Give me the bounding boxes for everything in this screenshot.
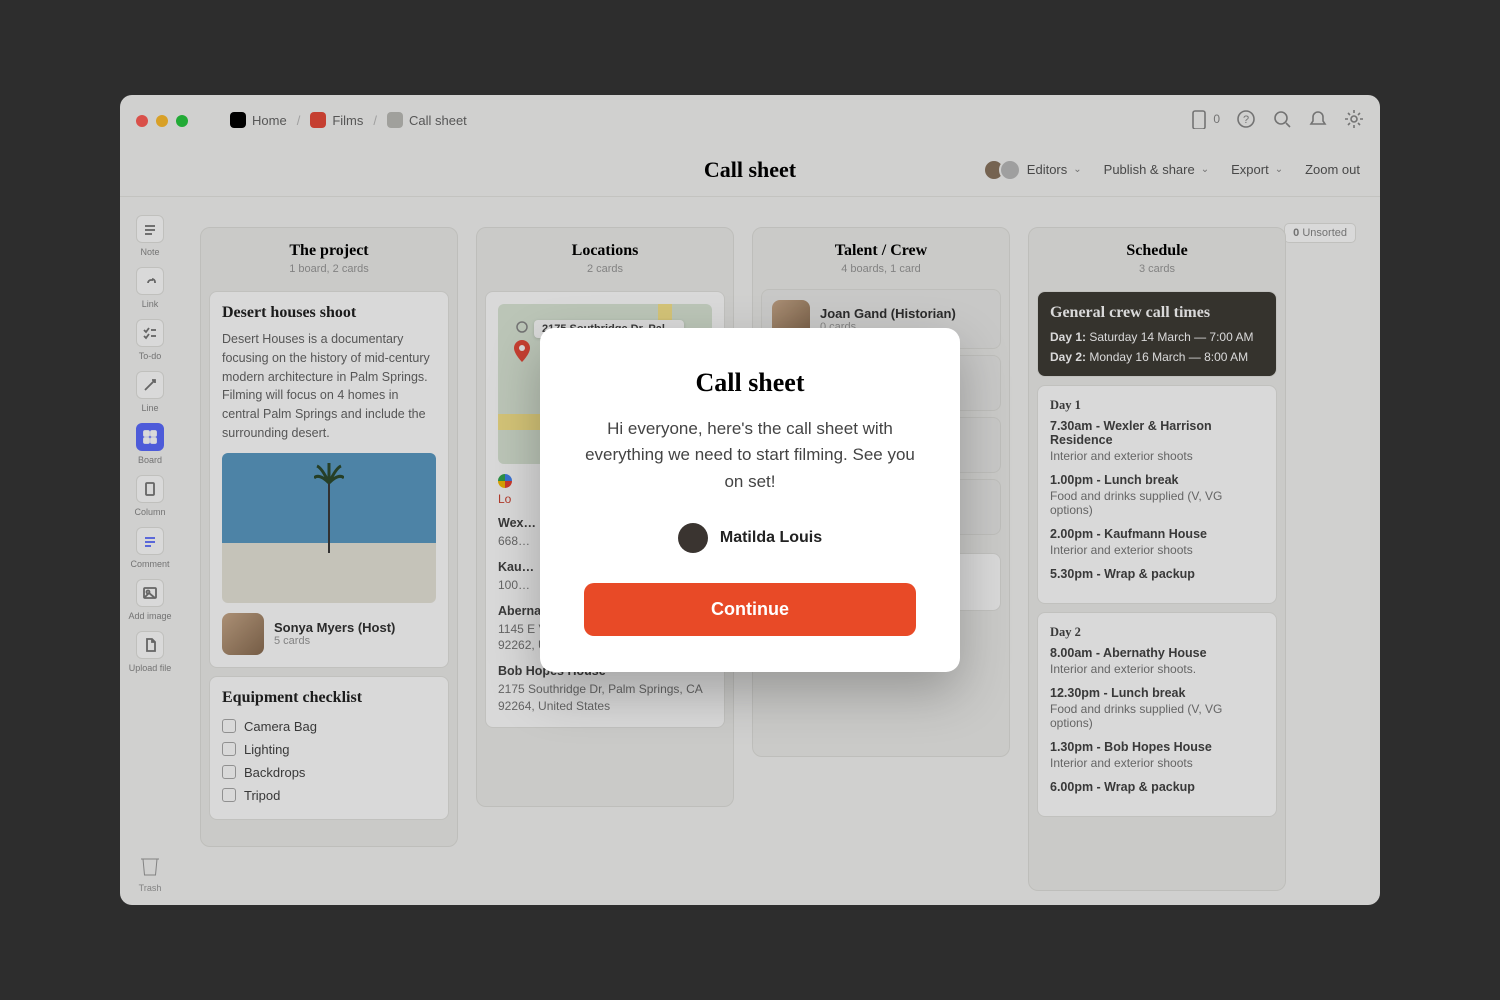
continue-button[interactable]: Continue xyxy=(584,583,916,636)
app-window: Home / Films / Call sheet 0 ? Call sheet… xyxy=(120,95,1380,905)
modal-title: Call sheet xyxy=(584,368,916,398)
modal-author: Matilda Louis xyxy=(584,523,916,553)
modal-body: Hi everyone, here's the call sheet with … xyxy=(584,416,916,495)
avatar xyxy=(678,523,708,553)
modal-scrim[interactable]: Call sheet Hi everyone, here's the call … xyxy=(120,95,1380,905)
author-name: Matilda Louis xyxy=(720,529,822,547)
welcome-modal: Call sheet Hi everyone, here's the call … xyxy=(540,328,960,672)
